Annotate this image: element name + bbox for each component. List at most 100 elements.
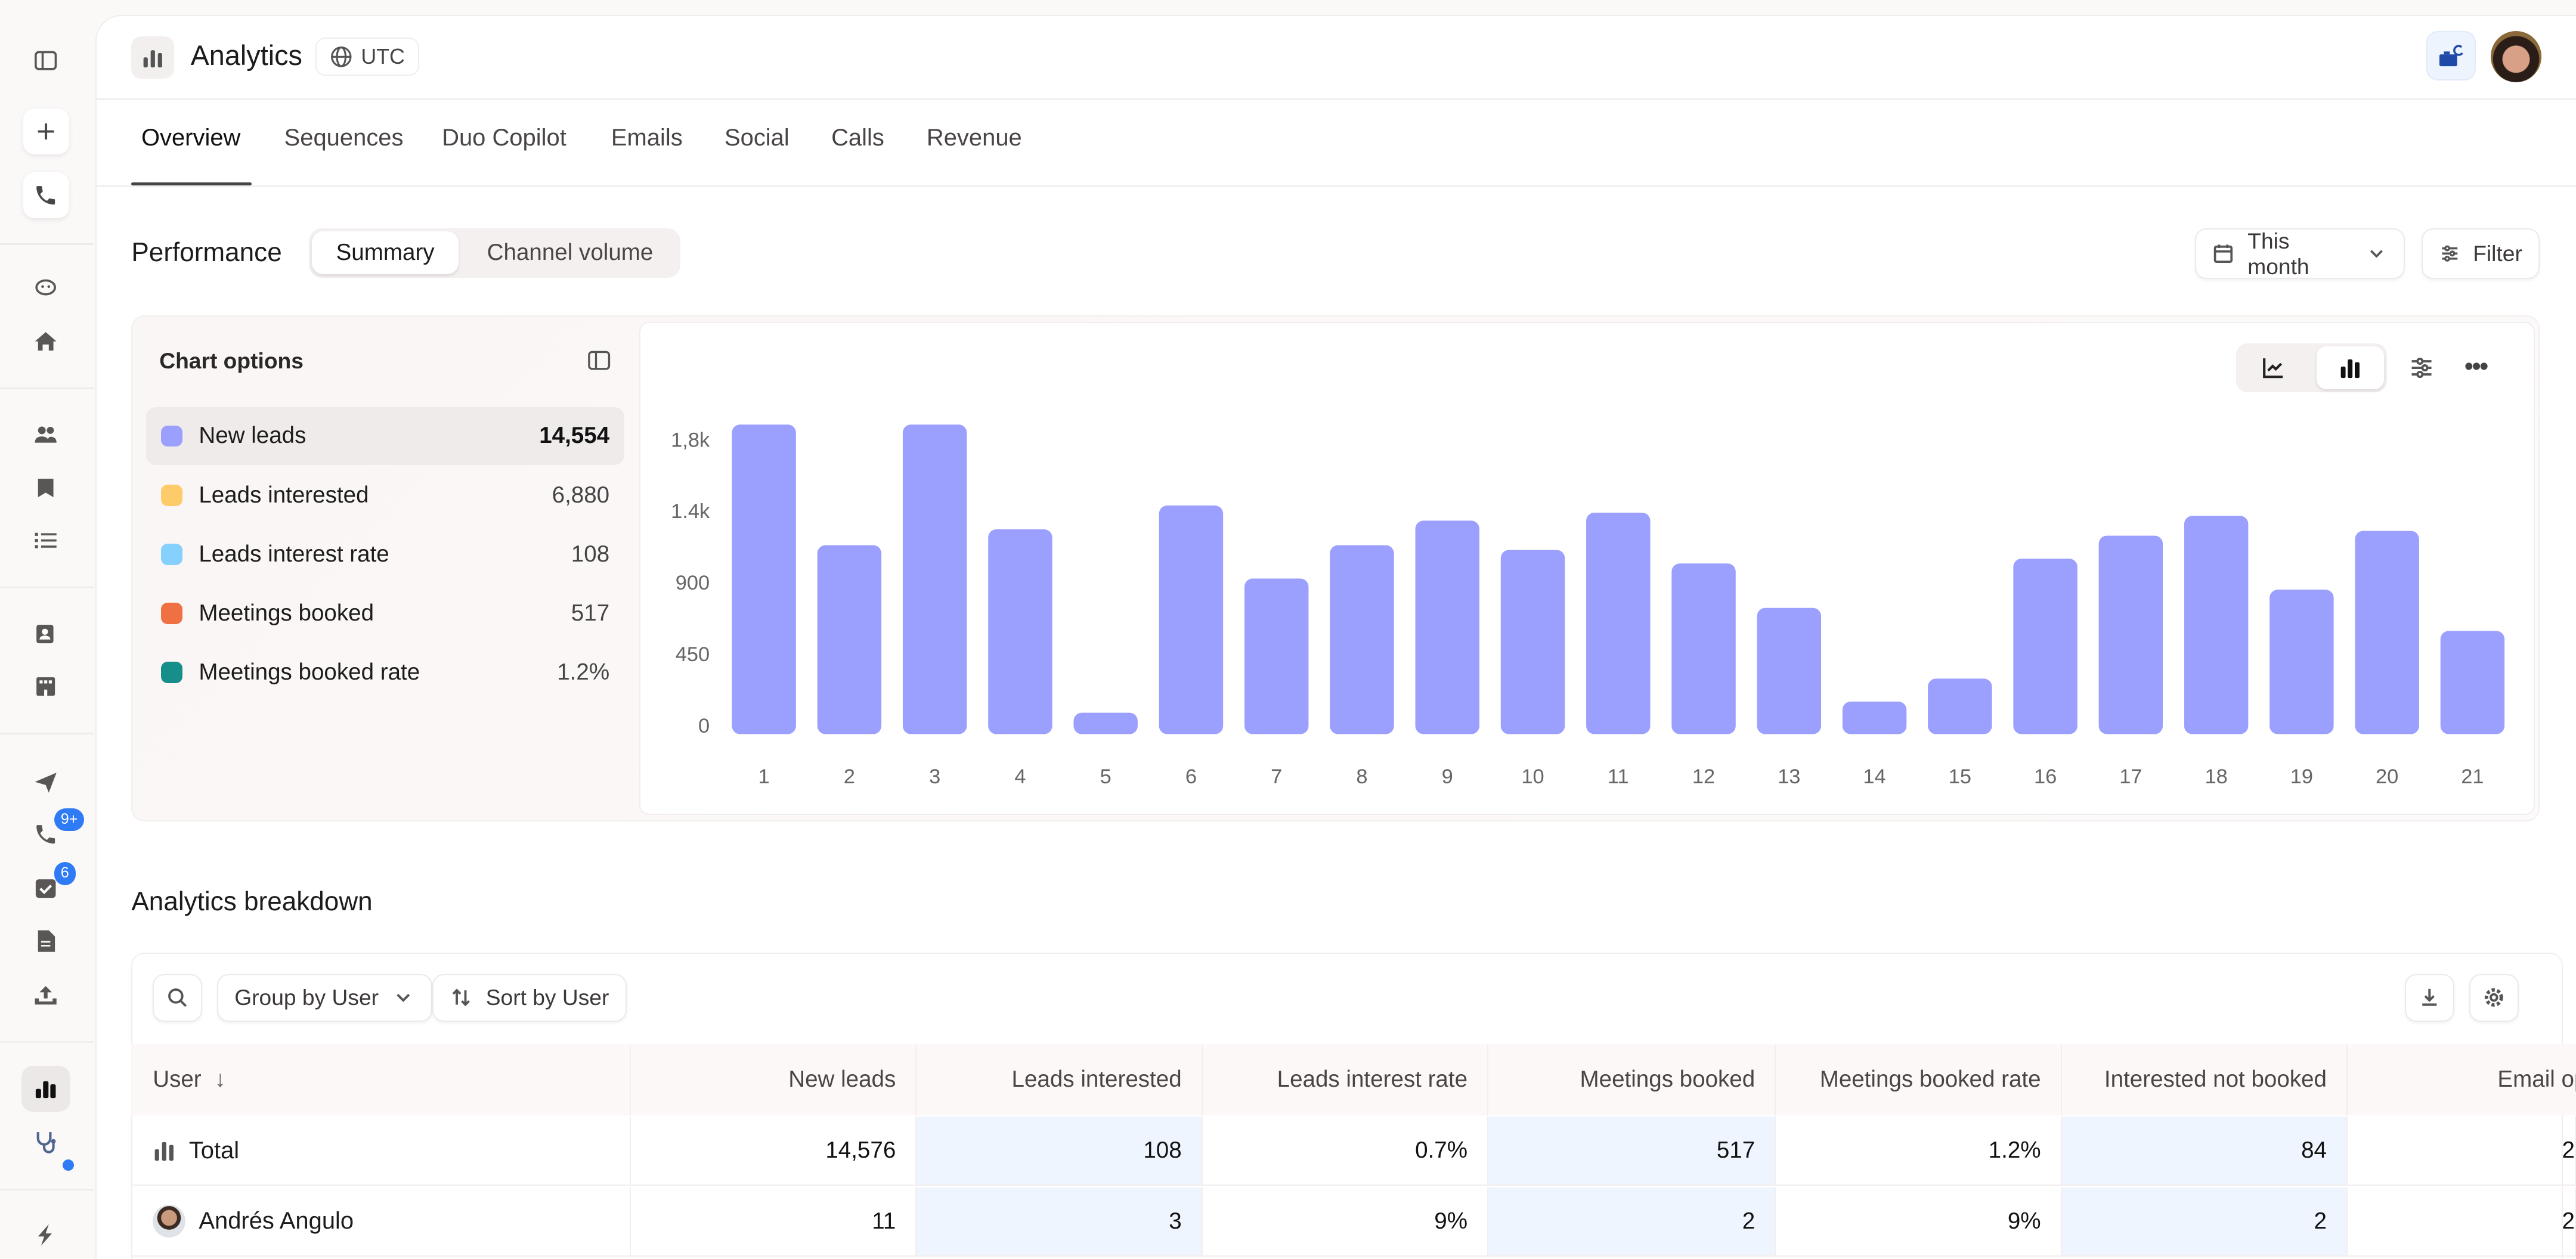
column-header-email-open[interactable]: Email open	[2348, 1044, 2576, 1115]
cell-value: 14,576	[825, 1137, 896, 1164]
bar-5[interactable]	[1073, 712, 1138, 734]
cell-value: 84	[2301, 1137, 2327, 1164]
x-tick-label: 5	[1100, 765, 1111, 788]
x-tick-label: 10	[1521, 765, 1544, 788]
x-tick-label: 16	[2034, 765, 2057, 788]
bar-15[interactable]	[1928, 678, 1992, 734]
y-tick-label: 450	[676, 643, 710, 666]
bar-4[interactable]	[988, 529, 1052, 734]
table-cell: 0.7%	[1202, 1117, 1489, 1186]
y-tick-label: 0	[698, 715, 710, 737]
search-icon	[168, 988, 187, 1007]
sort-by-dropdown[interactable]: Sort by User	[432, 973, 627, 1022]
column-label: Meetings booked	[1580, 1066, 1755, 1093]
table-cell: 2	[1488, 1187, 1776, 1257]
bar-chart-icon	[154, 1142, 174, 1161]
bar-18[interactable]	[2184, 516, 2249, 734]
x-tick-label: 1	[758, 765, 770, 788]
bar-9[interactable]	[1415, 520, 1479, 734]
group-by-label: Group by User	[234, 985, 379, 1010]
table-cell: 2	[2061, 1187, 2348, 1257]
column-label: User	[153, 1066, 202, 1093]
sort-down-icon: ↓	[214, 1066, 226, 1093]
bar-1[interactable]	[732, 424, 796, 734]
gear-icon	[2484, 988, 2503, 1007]
bar-21[interactable]	[2440, 631, 2505, 734]
cell-value: 2	[2562, 1208, 2575, 1234]
bar-17[interactable]	[2098, 535, 2163, 734]
column-header-leads-interest-rate[interactable]: Leads interest rate	[1202, 1044, 1489, 1115]
bar-14[interactable]	[1842, 701, 1907, 734]
x-tick-label: 17	[2119, 765, 2142, 788]
x-tick-label: 14	[1863, 765, 1885, 788]
bar-6[interactable]	[1159, 506, 1224, 734]
bar-7[interactable]	[1244, 578, 1309, 734]
x-tick-label: 13	[1778, 765, 1800, 788]
cell-value: 108	[1143, 1137, 1182, 1164]
x-tick-label: 15	[1949, 765, 1971, 788]
cell-value: 9%	[2007, 1208, 2041, 1234]
column-header-meetings-booked-rate[interactable]: Meetings booked rate	[1776, 1044, 2062, 1115]
x-tick-label: 20	[2376, 765, 2398, 788]
bar-16[interactable]	[2013, 559, 2077, 734]
bar-20[interactable]	[2355, 531, 2419, 734]
search-button[interactable]	[153, 973, 202, 1022]
table-settings-button[interactable]	[2469, 973, 2519, 1022]
x-tick-label: 3	[929, 765, 940, 788]
cell-value: 3	[1169, 1208, 1182, 1234]
bar-11[interactable]	[1586, 513, 1651, 734]
cell-value: 9%	[1434, 1208, 1468, 1234]
y-tick-label: 900	[676, 572, 710, 594]
column-header-new-leads[interactable]: New leads	[630, 1044, 917, 1115]
table-row-user[interactable]: Andrés Angulo	[131, 1187, 631, 1257]
table-cell: 2	[2348, 1187, 2576, 1257]
chevron-down-icon	[397, 994, 410, 1003]
sort-arrows-icon	[452, 988, 470, 1007]
x-tick-label: 21	[2461, 765, 2484, 788]
cell-value: 2	[2314, 1208, 2327, 1234]
column-header-leads-interested[interactable]: Leads interested	[917, 1044, 1203, 1115]
bar-3[interactable]	[902, 424, 967, 734]
column-label: Meetings booked rate	[1819, 1066, 2041, 1093]
column-header-user[interactable]: User ↓	[131, 1044, 631, 1115]
x-tick-label: 7	[1271, 765, 1282, 788]
y-tick-label: 1.4k	[671, 500, 710, 523]
bar-13[interactable]	[1757, 607, 1822, 734]
x-tick-label: 2	[844, 765, 855, 788]
bar-2[interactable]	[817, 545, 882, 734]
column-header-meetings-booked[interactable]: Meetings booked	[1488, 1044, 1776, 1115]
table-row-user[interactable]: Total	[131, 1117, 631, 1186]
table-cell: 9%	[1776, 1187, 2062, 1257]
bar-12[interactable]	[1671, 563, 1736, 734]
download-icon	[2422, 989, 2437, 1006]
x-tick-label: 9	[1442, 765, 1453, 788]
column-label: Interested not booked	[2104, 1066, 2327, 1093]
sort-by-label: Sort by User	[485, 985, 609, 1010]
cell-value: 2	[1742, 1208, 1755, 1234]
group-by-dropdown[interactable]: Group by User	[216, 973, 433, 1022]
column-label: Email open	[2497, 1066, 2576, 1093]
column-label: New leads	[788, 1066, 896, 1093]
x-tick-label: 11	[1608, 765, 1629, 788]
table-cell: 2	[2348, 1117, 2576, 1186]
cell-value: 2	[2562, 1137, 2575, 1164]
table-cell: 3	[917, 1187, 1203, 1257]
user-name: Total	[188, 1137, 240, 1164]
x-tick-label: 8	[1356, 765, 1367, 788]
column-header-interested-not-booked[interactable]: Interested not booked	[2061, 1044, 2348, 1115]
x-tick-label: 4	[1014, 765, 1026, 788]
cell-value: 517	[1716, 1137, 1755, 1164]
x-tick-label: 12	[1692, 765, 1715, 788]
y-tick-label: 1,8k	[671, 429, 710, 451]
table-cell: 11	[630, 1187, 917, 1257]
table-cell: 517	[1488, 1117, 1776, 1186]
cell-value: 0.7%	[1415, 1137, 1468, 1164]
bar-19[interactable]	[2270, 590, 2334, 734]
column-label: Leads interest rate	[1277, 1066, 1468, 1093]
table-cell: 14,576	[630, 1117, 917, 1186]
bar-8[interactable]	[1330, 545, 1394, 734]
download-button[interactable]	[2405, 973, 2455, 1022]
cell-value: 1.2%	[1988, 1137, 2041, 1164]
x-tick-label: 19	[2290, 765, 2313, 788]
bar-10[interactable]	[1500, 550, 1565, 734]
